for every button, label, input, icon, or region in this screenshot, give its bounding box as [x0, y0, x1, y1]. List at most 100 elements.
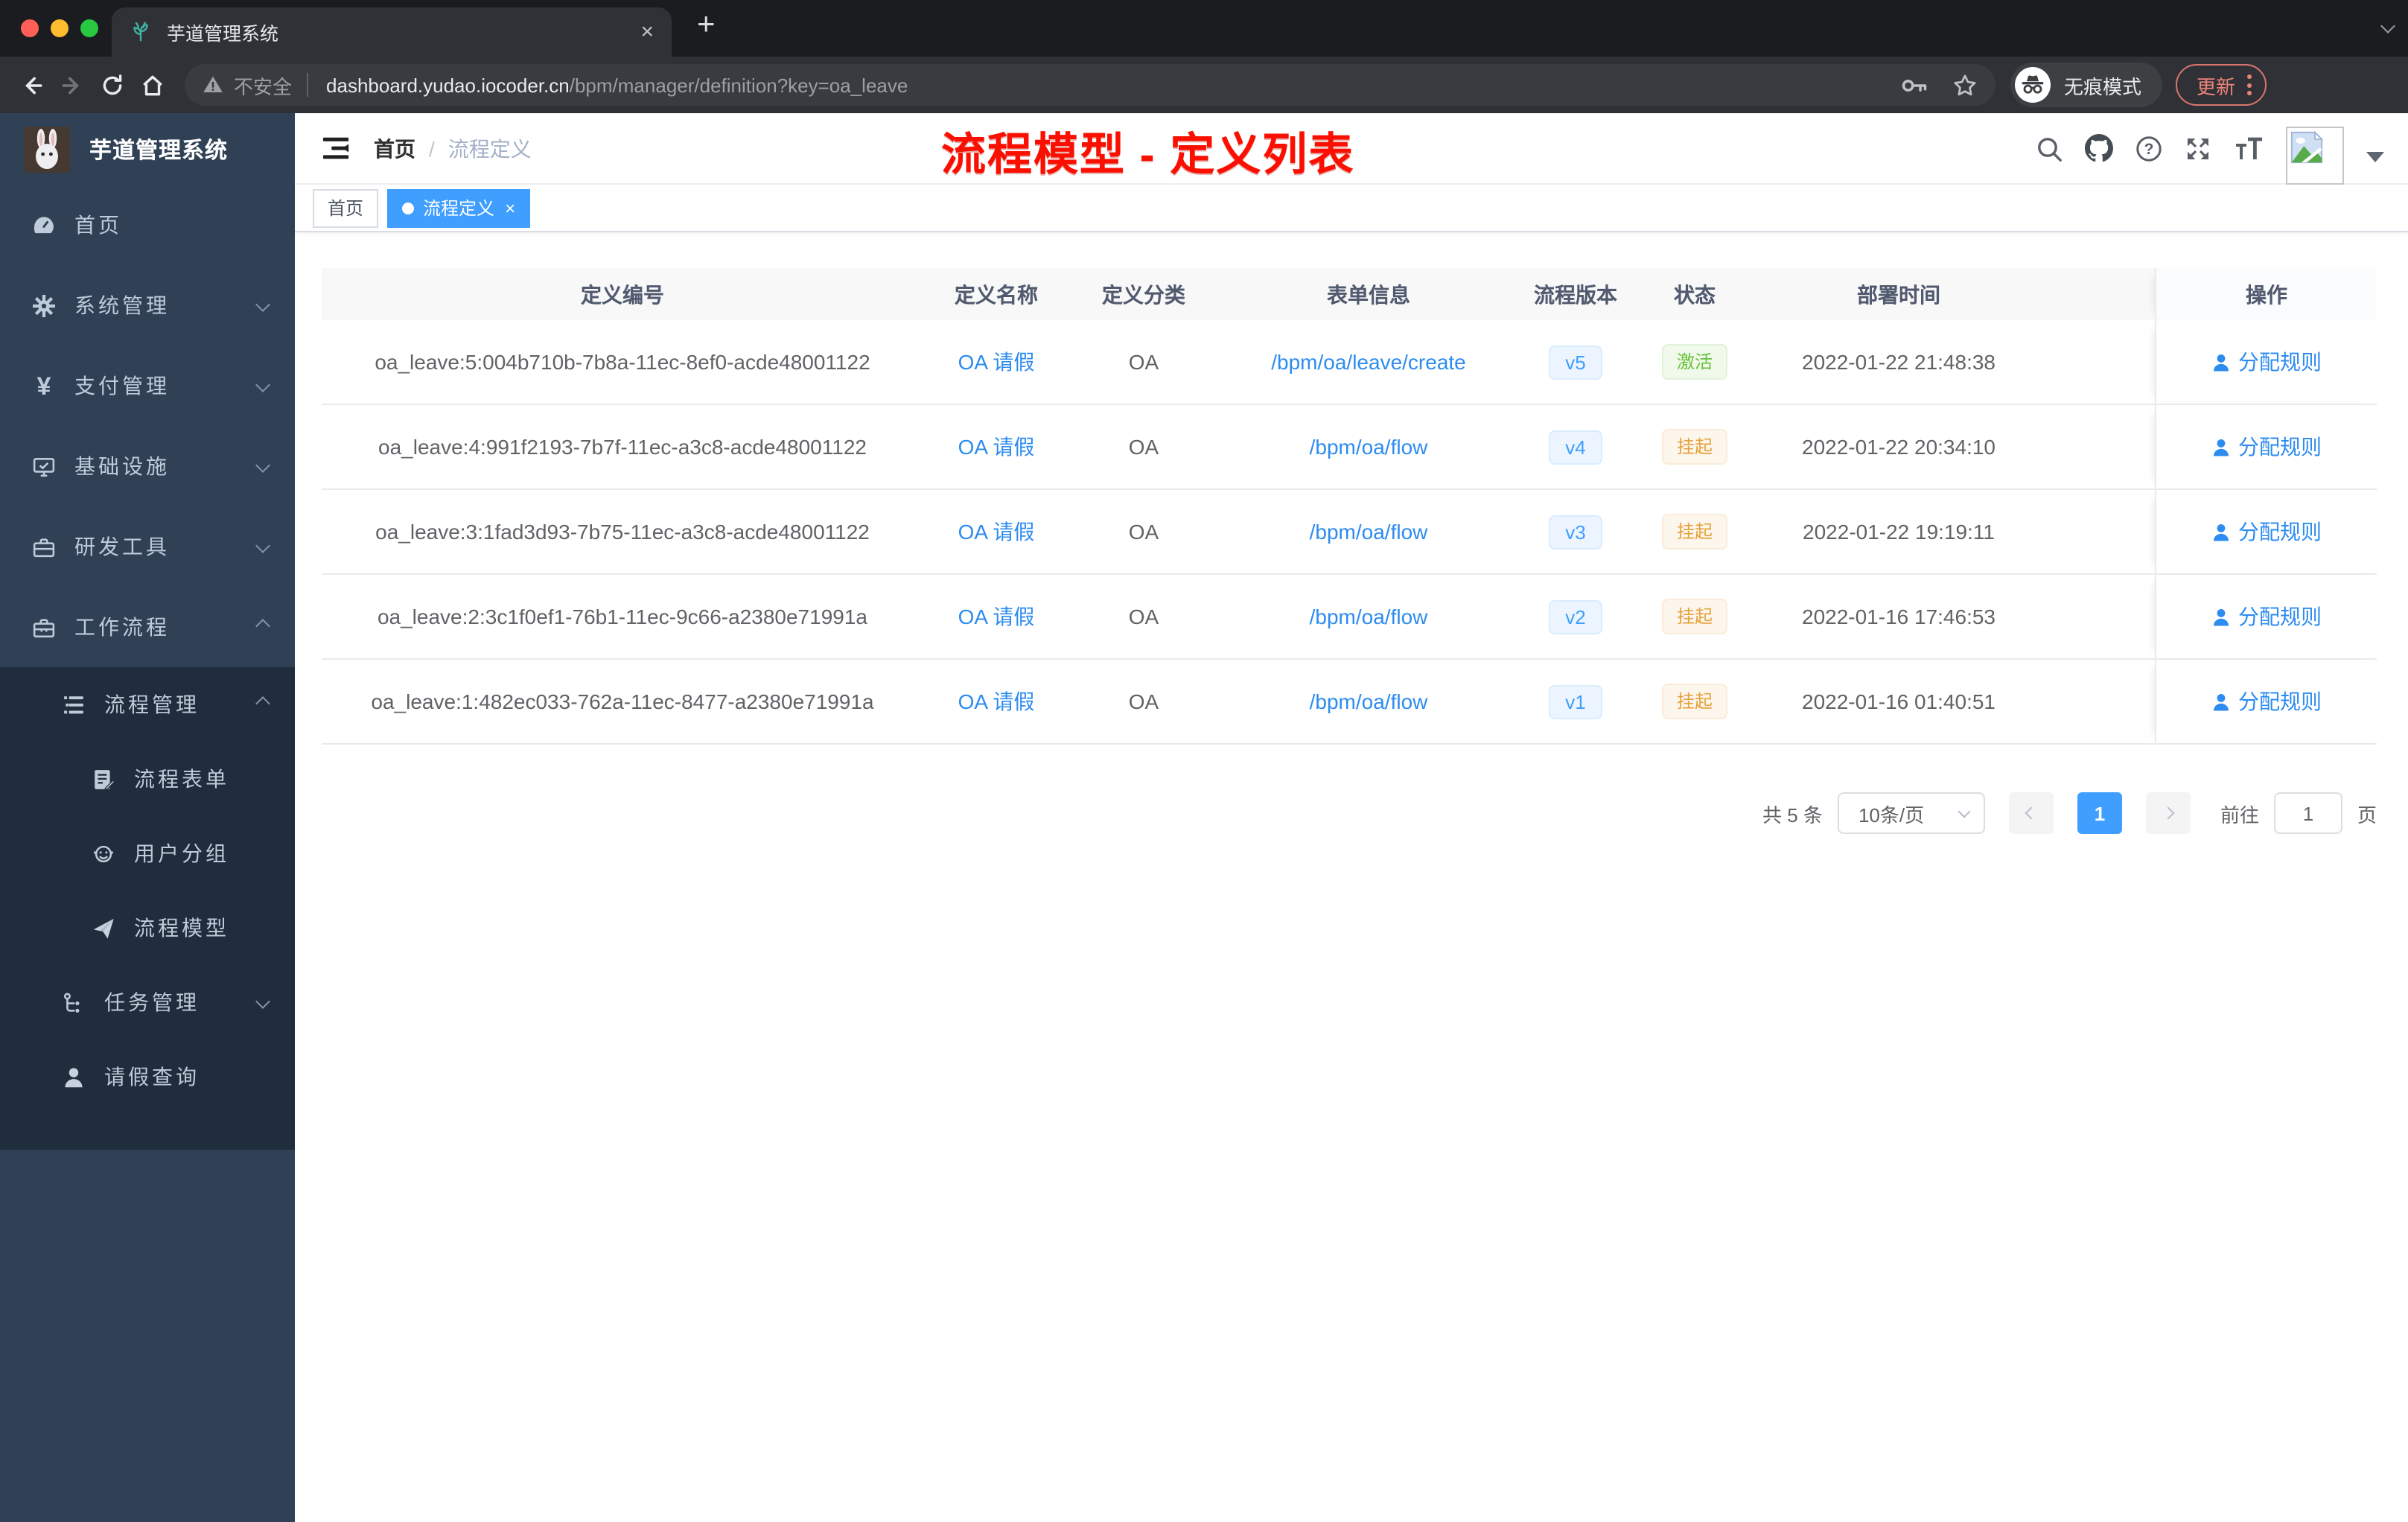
url-bar[interactable]: 不安全 dashboard.yudao.iocoder.cn/bpm/manag…	[185, 64, 1995, 106]
font-size-icon[interactable]	[2234, 135, 2264, 162]
briefcase-icon	[33, 618, 55, 637]
forward-button[interactable]	[52, 64, 92, 106]
chevron-right-icon	[2162, 806, 2175, 820]
sidebar-item-home[interactable]: 首页	[0, 185, 295, 265]
form-link[interactable]: /bpm/oa/flow	[1310, 520, 1428, 544]
assign-rule-button[interactable]: 分配规则	[2211, 432, 2322, 462]
avatar[interactable]	[2286, 127, 2344, 185]
current-page-button[interactable]: 1	[2077, 792, 2122, 834]
search-icon[interactable]	[2036, 135, 2063, 162]
sidebar-item-leave-query[interactable]: 请假查询	[0, 1039, 295, 1114]
help-icon[interactable]: ?	[2135, 135, 2162, 162]
hamburger-icon[interactable]	[322, 135, 350, 162]
definition-name-link[interactable]: OA 请假	[958, 517, 1035, 547]
assign-rule-button[interactable]: 分配规则	[2211, 602, 2322, 631]
window-zoom-button[interactable]	[80, 19, 98, 37]
col-filler	[2040, 268, 2155, 320]
update-label[interactable]: 更新	[2197, 71, 2235, 99]
tag-process-definition[interactable]: 流程定义 ×	[387, 188, 531, 227]
tab-title: 芋道管理系统	[167, 24, 279, 45]
toolbox-icon	[33, 538, 55, 557]
status-badge: 激活	[1661, 344, 1727, 380]
sidebar-logo[interactable]: 芋道管理系统	[0, 113, 295, 185]
browser-menu-icon[interactable]	[2247, 74, 2252, 95]
screen: 芋道管理系统 × + 不安全 dashboard.yudao.iocoder.c…	[0, 0, 2408, 1522]
tag-home[interactable]: 首页	[313, 188, 379, 227]
pagination: 共 5 条 10条/页 1 前往 页	[322, 792, 2408, 834]
table-row: oa_leave:5:004b710b-7b8a-11ec-8ef0-acde4…	[322, 320, 2377, 405]
form-link[interactable]: /bpm/oa/leave/create	[1271, 350, 1466, 374]
cell-category: OA	[1128, 350, 1159, 374]
home-button[interactable]	[133, 64, 173, 106]
assign-rule-button[interactable]: 分配规则	[2211, 347, 2322, 377]
page-size-select[interactable]: 10条/页	[1837, 792, 1985, 834]
col-definition-name: 定义名称	[923, 268, 1069, 320]
sidebar-item-workflow[interactable]: 工作流程	[0, 587, 295, 667]
definition-name-link[interactable]: OA 请假	[958, 347, 1035, 377]
window-close-button[interactable]	[21, 19, 39, 37]
breadcrumb-separator: /	[429, 136, 435, 160]
github-icon[interactable]	[2085, 134, 2113, 162]
status-badge: 挂起	[1661, 599, 1727, 634]
url-text[interactable]: dashboard.yudao.iocoder.cn/bpm/manager/d…	[326, 74, 1900, 96]
incognito-label: 无痕模式	[2064, 75, 2142, 98]
prev-page-button[interactable]	[2008, 792, 2054, 834]
security-label[interactable]: 不安全	[234, 71, 292, 99]
breadcrumb-home[interactable]: 首页	[374, 133, 415, 163]
col-process-version: 流程版本	[1519, 268, 1632, 320]
annotation-title: 流程模型 - 定义列表	[941, 131, 1355, 180]
form-link[interactable]: /bpm/oa/flow	[1310, 435, 1428, 459]
cell-category: OA	[1128, 690, 1159, 713]
tab-search-chevron-icon[interactable]	[2380, 19, 2395, 34]
password-key-icon[interactable]	[1900, 74, 1928, 96]
paper-plane-icon	[93, 917, 114, 938]
assign-rule-button[interactable]: 分配规则	[2211, 517, 2322, 547]
yen-icon: ¥	[36, 372, 51, 400]
page-content: 定义编号 定义名称 定义分类 表单信息 流程版本 状态 部署时间 操作 oa_l…	[295, 232, 2408, 834]
table-row: oa_leave:3:1fad3d93-7b75-11ec-a3c8-acde4…	[322, 490, 2377, 575]
next-page-button[interactable]	[2145, 792, 2191, 834]
back-button[interactable]	[12, 64, 52, 106]
dashboard-icon	[34, 216, 54, 233]
browser-tab[interactable]: 芋道管理系统 ×	[112, 7, 672, 57]
user-icon	[2213, 693, 2229, 710]
definition-name-link[interactable]: OA 请假	[958, 602, 1035, 631]
new-tab-button[interactable]: +	[697, 7, 716, 43]
app-title: 芋道管理系统	[89, 138, 229, 163]
window-minimize-button[interactable]	[51, 19, 69, 37]
sidebar-item-process-form[interactable]: 流程表单	[0, 742, 295, 816]
table-header-row: 定义编号 定义名称 定义分类 表单信息 流程版本 状态 部署时间 操作	[322, 268, 2377, 320]
sidebar-item-process-model[interactable]: 流程模型	[0, 891, 295, 965]
sidebar-item-infrastructure[interactable]: 基础设施	[0, 426, 295, 506]
fullscreen-icon[interactable]	[2185, 135, 2211, 162]
avatar-caret-icon[interactable]	[2366, 152, 2384, 162]
definition-name-link[interactable]: OA 请假	[958, 687, 1035, 716]
tags-view: 首页 流程定义 ×	[295, 185, 2408, 232]
definition-table: 定义编号 定义名称 定义分类 表单信息 流程版本 状态 部署时间 操作 oa_l…	[322, 268, 2377, 745]
tag-close-icon[interactable]: ×	[505, 197, 515, 218]
form-link[interactable]: /bpm/oa/flow	[1310, 605, 1428, 628]
tab-close-icon[interactable]: ×	[640, 21, 654, 43]
logo-image	[24, 126, 70, 172]
goto-page-input[interactable]	[2273, 792, 2342, 834]
sidebar-item-process-management[interactable]: 流程管理	[0, 667, 295, 742]
assign-rule-button[interactable]: 分配规则	[2211, 687, 2322, 716]
sidebar-item-system[interactable]: 系统管理	[0, 265, 295, 346]
sidebar-item-user-group[interactable]: 用户分组	[0, 816, 295, 891]
form-link[interactable]: /bpm/oa/flow	[1310, 690, 1428, 713]
reload-button[interactable]	[92, 64, 133, 106]
monitor-icon	[33, 457, 55, 477]
chevron-down-icon	[255, 377, 270, 392]
sidebar-item-payment[interactable]: ¥ 支付管理	[0, 346, 295, 426]
sidebar-item-dev-tools[interactable]: 研发工具	[0, 506, 295, 587]
browser-update-button[interactable]: 更新	[2176, 64, 2267, 106]
sidebar-item-task-management[interactable]: 任务管理	[0, 965, 295, 1039]
chevron-up-icon	[255, 618, 270, 633]
cell-definition-id: oa_leave:3:1fad3d93-7b75-11ec-a3c8-acde4…	[375, 520, 870, 544]
sidebar-menu: 首页 系统管理 ¥ 支付管理 基础设施 研发工具 工作流程 流程管理 流程表单 …	[0, 185, 295, 1150]
cell-definition-id: oa_leave:1:482ec033-762a-11ec-8477-a2380…	[371, 690, 874, 713]
definition-name-link[interactable]: OA 请假	[958, 432, 1035, 462]
chevron-down-icon	[255, 457, 270, 472]
bookmark-star-icon[interactable]	[1952, 72, 1978, 98]
status-badge: 挂起	[1661, 429, 1727, 465]
